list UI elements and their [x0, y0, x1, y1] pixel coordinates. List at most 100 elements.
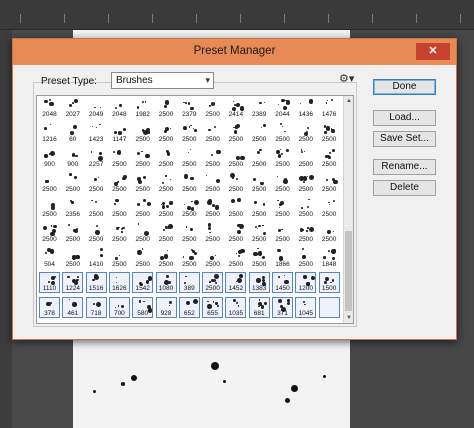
brush-preset[interactable]: 2500: [272, 222, 293, 243]
brush-preset[interactable]: 2500: [155, 247, 177, 268]
brush-preset[interactable]: 2027: [62, 97, 84, 118]
brush-preset[interactable]: 2500: [202, 147, 224, 168]
brush-preset[interactable]: 2500: [225, 222, 247, 243]
close-button[interactable]: ✕: [416, 43, 450, 60]
brush-preset[interactable]: 1110: [39, 272, 60, 293]
title-bar[interactable]: Preset Manager ✕: [13, 39, 456, 65]
brush-preset[interactable]: 2500: [318, 197, 340, 218]
brush-preset[interactable]: 461: [62, 297, 84, 318]
brush-preset[interactable]: 2049: [85, 97, 107, 118]
brush-preset[interactable]: 2500: [225, 122, 247, 143]
brush-preset[interactable]: 2500: [295, 197, 317, 218]
brush-preset[interactable]: 2500: [295, 122, 317, 143]
brush-preset[interactable]: 2500: [225, 197, 247, 218]
brush-preset[interactable]: 2500: [62, 172, 84, 193]
brush-preset[interactable]: 2500: [108, 172, 130, 193]
brush-preset[interactable]: 2500: [108, 197, 130, 218]
brush-preset[interactable]: 2500: [108, 247, 130, 268]
brush-preset[interactable]: 718: [85, 297, 107, 318]
brush-preset[interactable]: 2500: [202, 197, 224, 218]
vertical-scrollbar[interactable]: ▲ ▼: [343, 96, 353, 323]
brush-preset[interactable]: 2500: [85, 172, 107, 193]
brush-preset[interactable]: 1200: [295, 272, 317, 293]
brush-preset[interactable]: 2048: [39, 97, 60, 118]
brush-preset[interactable]: 504: [39, 247, 60, 268]
brush-preset[interactable]: 2500: [318, 172, 340, 193]
brush-preset[interactable]: [318, 297, 340, 318]
brush-preset[interactable]: 2500: [248, 247, 270, 268]
brush-preset[interactable]: 2500: [248, 147, 270, 168]
brush-preset[interactable]: 2500: [225, 172, 247, 193]
brush-preset[interactable]: 900: [62, 147, 84, 168]
brush-preset[interactable]: 1383: [248, 272, 270, 293]
brush-preset-list[interactable]: 2048 2027 2049 2048 1982 2500 2379 2500 2414 2389…: [36, 95, 354, 324]
brush-preset[interactable]: 2500: [39, 197, 60, 218]
brush-preset[interactable]: 2500: [272, 197, 293, 218]
brush-preset[interactable]: 2500: [272, 172, 293, 193]
brush-preset[interactable]: 2500: [272, 122, 293, 143]
brush-preset[interactable]: 2500: [202, 172, 224, 193]
brush-preset[interactable]: 2500: [178, 247, 200, 268]
load-button[interactable]: Load...: [373, 110, 436, 126]
brush-preset[interactable]: 2500: [85, 197, 107, 218]
brush-preset[interactable]: 1216: [39, 122, 60, 143]
brush-preset[interactable]: 2500: [155, 222, 177, 243]
brush-preset[interactable]: 2500: [295, 247, 317, 268]
brush-preset[interactable]: 1436: [295, 97, 317, 118]
brush-preset[interactable]: 928: [155, 297, 177, 318]
brush-preset[interactable]: 2500: [178, 222, 200, 243]
scroll-up-icon[interactable]: ▲: [344, 96, 353, 106]
preset-type-select[interactable]: Brushes ▾: [111, 72, 214, 89]
rename-button[interactable]: Rename...: [373, 159, 436, 175]
brush-preset[interactable]: 2500: [295, 172, 317, 193]
brush-preset[interactable]: 2500: [248, 122, 270, 143]
brush-preset[interactable]: 2257: [85, 147, 107, 168]
done-button[interactable]: Done: [373, 79, 436, 95]
brush-preset[interactable]: 2500: [272, 147, 293, 168]
brush-preset[interactable]: 652: [178, 297, 200, 318]
brush-preset[interactable]: 1045: [295, 297, 317, 318]
brush-preset[interactable]: 2044: [272, 97, 293, 118]
brush-preset[interactable]: 2500: [178, 172, 200, 193]
brush-preset[interactable]: 2500: [108, 147, 130, 168]
brush-preset[interactable]: 2414: [225, 97, 247, 118]
brush-preset[interactable]: 2389: [248, 97, 270, 118]
brush-preset[interactable]: 1450: [272, 272, 293, 293]
brush-preset[interactable]: 2500: [318, 222, 340, 243]
brush-preset[interactable]: 1410: [85, 247, 107, 268]
brush-preset[interactable]: 2500: [155, 197, 177, 218]
brush-preset[interactable]: 2500: [132, 222, 154, 243]
brush-preset[interactable]: 2500: [248, 222, 270, 243]
brush-preset[interactable]: 2500: [202, 222, 224, 243]
brush-preset[interactable]: 2500: [155, 147, 177, 168]
brush-preset[interactable]: 2500: [178, 122, 200, 143]
brush-preset[interactable]: 1982: [132, 97, 154, 118]
brush-preset[interactable]: 371: [272, 297, 293, 318]
delete-button[interactable]: Delete: [373, 180, 436, 196]
brush-preset[interactable]: 2500: [132, 122, 154, 143]
brush-preset[interactable]: 1147: [108, 122, 130, 143]
brush-preset[interactable]: 2500: [295, 222, 317, 243]
scrollbar-thumb[interactable]: [345, 231, 352, 311]
brush-preset[interactable]: 1476: [318, 97, 340, 118]
save-set-button[interactable]: Save Set...: [373, 131, 436, 147]
brush-preset[interactable]: 1423: [85, 122, 107, 143]
brush-preset[interactable]: 2500: [155, 97, 177, 118]
brush-preset[interactable]: 655: [202, 297, 224, 318]
brush-preset[interactable]: 700: [108, 297, 130, 318]
brush-preset[interactable]: 2500: [248, 197, 270, 218]
brush-preset[interactable]: 2500: [225, 247, 247, 268]
gear-icon[interactable]: ⚙▾: [339, 72, 354, 85]
brush-preset[interactable]: 2500: [248, 172, 270, 193]
brush-preset[interactable]: 1626: [108, 272, 130, 293]
brush-preset[interactable]: 1080: [155, 272, 177, 293]
brush-preset[interactable]: 2500: [132, 172, 154, 193]
brush-preset[interactable]: 2356: [62, 197, 84, 218]
brush-preset[interactable]: 389: [178, 272, 200, 293]
brush-preset[interactable]: 2500: [225, 147, 247, 168]
brush-preset[interactable]: 2500: [132, 147, 154, 168]
brush-preset[interactable]: 2500: [202, 272, 224, 293]
brush-preset[interactable]: 2500: [155, 172, 177, 193]
brush-preset[interactable]: 2048: [108, 97, 130, 118]
brush-preset[interactable]: 2500: [39, 172, 60, 193]
